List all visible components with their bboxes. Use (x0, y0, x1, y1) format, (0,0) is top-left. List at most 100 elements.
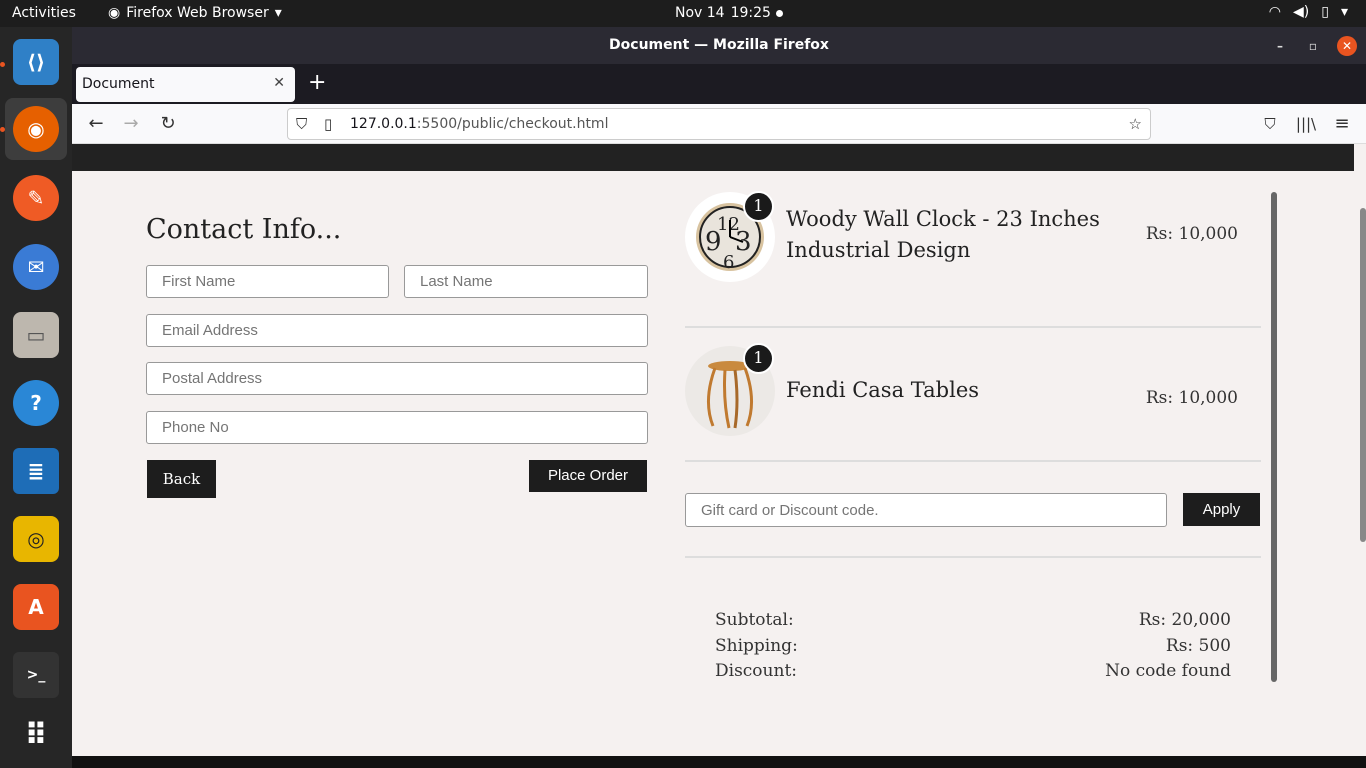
cart-scrollbar[interactable] (1271, 192, 1277, 682)
dock-software[interactable]: A (5, 576, 67, 638)
shipping-row: Shipping: Rs: 500 (715, 636, 1231, 656)
close-window-button[interactable]: ✕ (1337, 36, 1357, 56)
tab-label: Document (82, 76, 155, 92)
help-icon: ? (13, 380, 59, 426)
firefox-window: Document — Mozilla Firefox – ▫ ✕ Documen… (72, 27, 1366, 768)
new-tab-button[interactable]: + (308, 70, 326, 95)
header-band (72, 144, 1354, 171)
menu-icon[interactable]: ≡ (1330, 112, 1354, 136)
files-icon: ▭ (13, 312, 59, 358)
app-menu[interactable]: ◉ Firefox Web Browser ▾ (108, 5, 282, 21)
divider (685, 556, 1261, 558)
url-text: 127.0.0.1:5500/public/checkout.html (350, 116, 608, 132)
tab-bar: Document ✕ + (72, 64, 1366, 104)
writer-icon: ≣ (13, 448, 59, 494)
url-path: :5500/public/checkout.html (416, 116, 609, 132)
url-host: 127.0.0.1 (350, 116, 417, 132)
postman-icon: ✎ (13, 175, 59, 221)
quantity-badge: 1 (743, 191, 774, 222)
minimize-button[interactable]: – (1270, 36, 1290, 56)
item-price: Rs: 10,000 (1145, 388, 1238, 408)
dock-postman[interactable]: ✎ (5, 167, 67, 229)
volume-icon: ◀) (1293, 4, 1310, 20)
phone-field[interactable] (146, 411, 648, 444)
tab-document[interactable]: Document ✕ (76, 67, 295, 102)
checkout-page: Contact Info... Back Place Order 9 3 12 … (72, 144, 1366, 768)
discount-value: No code found (1105, 661, 1231, 681)
firefox-icon: ◉ (13, 106, 59, 152)
discount-row: Discount: No code found (715, 661, 1231, 681)
vscode-icon: ⟨⟩ (13, 39, 59, 85)
close-tab-icon[interactable]: ✕ (273, 75, 285, 91)
window-title: Document — Mozilla Firefox (609, 37, 829, 53)
title-bar: Document — Mozilla Firefox – ▫ ✕ (72, 27, 1366, 64)
url-bar[interactable]: ⛉ ▯ 127.0.0.1:5500/public/checkout.html … (287, 108, 1151, 140)
shield-icon[interactable]: ⛉ (296, 115, 307, 133)
app-grid-icon: ⠿ (24, 717, 48, 753)
item-name-line: Industrial Design (786, 238, 971, 262)
clock-time: 19:25 (730, 5, 771, 21)
activities-button[interactable]: Activities (12, 5, 76, 21)
subtotal-label: Subtotal: (715, 610, 794, 630)
firefox-small-icon: ◉ (108, 5, 121, 21)
pocket-icon[interactable]: ⛉ (1258, 112, 1282, 136)
dock-firefox[interactable]: ◉ (5, 98, 67, 160)
dock-help[interactable]: ? (5, 372, 67, 434)
quantity-badge: 1 (743, 343, 774, 374)
forward-arrow-icon[interactable]: → (119, 112, 143, 136)
terminal-icon: >_ (13, 652, 59, 698)
maximize-button[interactable]: ▫ (1303, 36, 1323, 56)
item-name-line: Fendi Casa Tables (786, 378, 980, 402)
back-button[interactable]: Back (147, 460, 216, 498)
thunderbird-icon: ✉ (13, 244, 59, 290)
clock[interactable]: Nov 14 19:25 (675, 5, 771, 21)
last-name-field[interactable] (404, 265, 648, 298)
page-icon[interactable]: ▯ (324, 115, 332, 133)
notification-dot (776, 10, 783, 17)
cart-item: 1 Fendi Casa Tables Rs: 10,000 (685, 326, 1261, 462)
item-name: Fendi Casa Tables (786, 375, 979, 406)
contact-title: Contact Info... (146, 214, 342, 245)
dock-writer[interactable]: ≣ (5, 440, 67, 502)
dock-thunderbird[interactable]: ✉ (5, 236, 67, 298)
bookmark-star-icon[interactable]: ☆ (1129, 115, 1142, 133)
back-arrow-icon[interactable]: ← (84, 112, 108, 136)
dock-terminal[interactable]: >_ (5, 644, 67, 706)
subtotal-value: Rs: 20,000 (1138, 610, 1231, 630)
reload-icon[interactable]: ↻ (156, 112, 180, 136)
svg-text:6: 6 (723, 252, 734, 273)
email-field[interactable] (146, 314, 648, 347)
dock-files[interactable]: ▭ (5, 304, 67, 366)
power-menu-icon: ▾ (1340, 4, 1348, 20)
dock-vscode[interactable]: ⟨⟩ (5, 31, 67, 93)
chevron-down-icon: ▾ (274, 5, 282, 21)
postal-address-field[interactable] (146, 362, 648, 395)
item-price: Rs: 10,000 (1145, 224, 1238, 244)
dock: ⟨⟩ ◉ ✎ ✉ ▭ ? ≣ ◎ A >_ ⠿ (0, 27, 72, 768)
clock-date: Nov 14 (675, 5, 725, 21)
item-name-line: Woody Wall Clock - 23 Inches (786, 207, 1100, 231)
footer-band (72, 756, 1366, 768)
library-icon[interactable]: |||\ (1294, 112, 1318, 136)
place-order-button[interactable]: Place Order (529, 460, 647, 492)
software-icon: A (13, 584, 59, 630)
shipping-value: Rs: 500 (1165, 636, 1231, 656)
rhythmbox-icon: ◎ (13, 516, 59, 562)
system-tray[interactable]: ◠ ◀) ▯ ▾ (1269, 4, 1348, 20)
navigation-bar: ← → ↻ ⛉ ▯ 127.0.0.1:5500/public/checkout… (72, 104, 1366, 144)
apply-button[interactable]: Apply (1183, 493, 1260, 526)
dock-app-grid[interactable]: ⠿ (5, 704, 67, 766)
subtotal-row: Subtotal: Rs: 20,000 (715, 610, 1231, 630)
battery-icon: ▯ (1321, 4, 1329, 20)
dock-rhythmbox[interactable]: ◎ (5, 508, 67, 570)
item-name: Woody Wall Clock - 23 Inches Industrial … (786, 204, 1100, 266)
first-name-field[interactable] (146, 265, 389, 298)
discount-code-field[interactable] (685, 493, 1167, 527)
page-scrollbar[interactable] (1360, 208, 1366, 542)
app-menu-label: Firefox Web Browser (126, 5, 269, 21)
discount-label: Discount: (715, 661, 798, 681)
wifi-icon: ◠ (1268, 4, 1282, 20)
shipping-label: Shipping: (715, 636, 798, 656)
cart-item: 9 3 12 6 1 Woody Wall Clock - 23 Inches … (685, 191, 1261, 328)
system-top-bar: Activities ◉ Firefox Web Browser ▾ Nov 1… (0, 0, 1366, 27)
